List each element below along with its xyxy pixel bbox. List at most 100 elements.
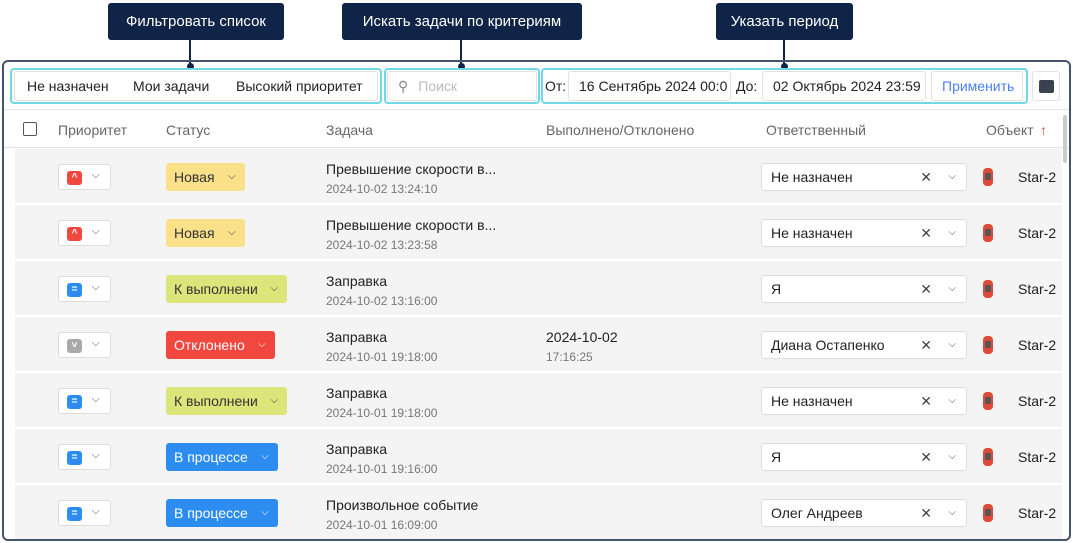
priority-high-icon: ^ (67, 171, 82, 185)
callout-filter: Фильтровать список (108, 3, 284, 40)
priority-select[interactable]: = ⌵ (58, 444, 111, 470)
priority-select[interactable]: ^ ⌵ (58, 164, 111, 190)
header-done[interactable]: Выполнено/Отклонено (546, 122, 694, 138)
contact-card-button[interactable] (1032, 71, 1060, 101)
chevron-down-icon: ⌵ (948, 339, 956, 350)
status-select[interactable]: Новая ⌵ (166, 163, 245, 191)
chevron-down-icon: ⌵ (92, 226, 100, 237)
task-date: 2024-10-01 19:18:00 (326, 406, 438, 420)
responsible-select[interactable]: Диана Остапенко ✕ ⌵ (761, 331, 967, 359)
priority-high-icon: ^ (67, 227, 82, 241)
clear-icon[interactable]: ✕ (920, 164, 932, 190)
clear-icon[interactable]: ✕ (920, 332, 932, 358)
clear-icon[interactable]: ✕ (920, 500, 932, 526)
chevron-down-icon: ⌵ (261, 507, 269, 518)
object-name[interactable]: Star-2 (1018, 169, 1056, 185)
task-name[interactable]: Превышение скорости в... (326, 217, 496, 233)
priority-select[interactable]: ˅ ⌵ (58, 332, 111, 358)
header-status[interactable]: Статус (166, 122, 210, 138)
object-name[interactable]: Star-2 (1018, 337, 1056, 353)
task-name[interactable]: Заправка (326, 385, 387, 401)
table-row[interactable]: = ⌵ К выполнени ⌵ Заправка 2024-10-02 13:1… (15, 261, 1062, 315)
chevron-down-icon: ⌵ (948, 451, 956, 462)
car-icon (983, 504, 993, 522)
status-select[interactable]: В процессе ⌵ (166, 443, 278, 471)
object-name[interactable]: Star-2 (1018, 225, 1056, 241)
priority-select[interactable]: = ⌵ (58, 388, 111, 414)
task-name[interactable]: Произвольное событие (326, 497, 478, 513)
chevron-down-icon: ⌵ (227, 227, 236, 238)
chevron-down-icon: ⌵ (948, 227, 956, 238)
clear-icon[interactable]: ✕ (920, 276, 932, 302)
apply-button[interactable]: Применить (931, 71, 1023, 101)
priority-select[interactable]: = ⌵ (58, 500, 111, 526)
clear-icon[interactable]: ✕ (920, 444, 932, 470)
priority-normal-icon: = (67, 507, 82, 521)
car-icon (983, 224, 993, 242)
car-icon (983, 448, 993, 466)
object-name[interactable]: Star-2 (1018, 393, 1056, 409)
priority-normal-icon: = (67, 451, 82, 465)
chevron-down-icon: ⌵ (92, 394, 100, 405)
task-date: 2024-10-01 16:09:00 (326, 518, 438, 532)
priority-select[interactable]: = ⌵ (58, 276, 111, 302)
select-all-checkbox[interactable] (23, 122, 37, 136)
chevron-down-icon: ⌵ (261, 451, 269, 462)
table-row[interactable]: = ⌵ В процессе ⌵ Произвольное событие 2024… (15, 485, 1062, 539)
clear-icon[interactable]: ✕ (920, 220, 932, 246)
status-select[interactable]: В процессе ⌵ (166, 499, 278, 527)
table-row[interactable]: ^ ⌵ Новая ⌵ Превышение скорости в... 2024-… (15, 149, 1062, 203)
responsible-select[interactable]: Не назначен ✕ ⌵ (761, 163, 967, 191)
from-date-input[interactable]: 16 Сентябрь 2024 00:0 (568, 71, 731, 101)
task-date: 2024-10-02 13:16:00 (326, 294, 438, 308)
task-name[interactable]: Превышение скорости в... (326, 161, 496, 177)
status-select[interactable]: К выполнени ⌵ (166, 275, 287, 303)
done-date: 2024-10-02 (546, 329, 618, 345)
status-select[interactable]: Новая ⌵ (166, 219, 245, 247)
priority-select[interactable]: ^ ⌵ (58, 220, 111, 246)
table-row[interactable]: = ⌵ В процессе ⌵ Заправка 2024-10-01 19:16… (15, 429, 1062, 483)
contact-card-icon (1038, 79, 1054, 93)
priority-normal-icon: = (67, 395, 82, 409)
chevron-down-icon: ⌵ (92, 282, 100, 293)
header-priority[interactable]: Приоритет (58, 122, 127, 138)
header-object[interactable]: Объект (986, 122, 1034, 138)
object-name[interactable]: Star-2 (1018, 281, 1056, 297)
to-date-input[interactable]: 02 Октябрь 2024 23:59 (762, 71, 926, 101)
responsible-select[interactable]: Я ✕ ⌵ (761, 275, 967, 303)
clear-icon[interactable]: ✕ (920, 388, 932, 414)
search-placeholder: Поиск (418, 78, 458, 94)
status-select[interactable]: Отклонено ⌵ (166, 331, 275, 359)
table-row[interactable]: ˅ ⌵ Отклонено ⌵ Заправка 2024-10-01 19:18:… (15, 317, 1062, 371)
task-name[interactable]: Заправка (326, 273, 387, 289)
responsible-select[interactable]: Не назначен ✕ ⌵ (761, 219, 967, 247)
chevron-down-icon: ⌵ (92, 450, 100, 461)
header-responsible[interactable]: Ответственный (766, 122, 866, 138)
table-row[interactable]: ^ ⌵ Новая ⌵ Превышение скорости в... 2024-… (15, 205, 1062, 259)
from-label: От: (545, 78, 567, 94)
responsible-select[interactable]: Я ✕ ⌵ (761, 443, 967, 471)
chevron-down-icon: ⌵ (92, 170, 100, 181)
search-input[interactable]: ⚲ Поиск (387, 71, 537, 101)
object-name[interactable]: Star-2 (1018, 449, 1056, 465)
sort-asc-icon[interactable]: ↑ (1040, 122, 1047, 138)
scrollbar[interactable] (1063, 115, 1067, 163)
filter-high-priority[interactable]: Высокий приоритет (236, 78, 363, 94)
task-date: 2024-10-01 19:16:00 (326, 462, 438, 476)
filter-my-tasks[interactable]: Мои задачи (133, 78, 209, 94)
table-row[interactable]: = ⌵ К выполнени ⌵ Заправка 2024-10-01 19:1… (15, 373, 1062, 427)
responsible-select[interactable]: Не назначен ✕ ⌵ (761, 387, 967, 415)
object-name[interactable]: Star-2 (1018, 505, 1056, 521)
header-task[interactable]: Задача (326, 122, 373, 138)
task-name[interactable]: Заправка (326, 329, 387, 345)
callout-period: Указать период (716, 3, 853, 40)
car-icon (983, 336, 993, 354)
car-icon (983, 392, 993, 410)
chevron-down-icon: ⌵ (258, 339, 266, 350)
task-name[interactable]: Заправка (326, 441, 387, 457)
filter-unassigned[interactable]: Не назначен (27, 78, 109, 94)
responsible-select[interactable]: Олег Андреев ✕ ⌵ (761, 499, 967, 527)
priority-none-icon: ˅ (67, 339, 82, 353)
status-select[interactable]: К выполнени ⌵ (166, 387, 287, 415)
chevron-down-icon: ⌵ (270, 283, 278, 294)
